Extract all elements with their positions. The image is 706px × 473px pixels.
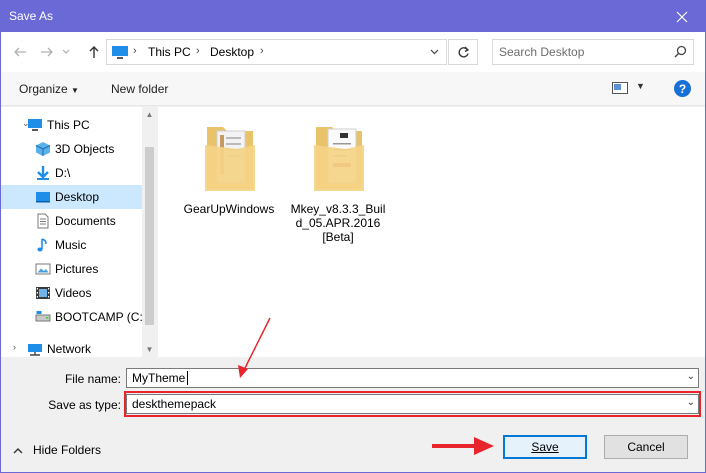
address-dropdown-button[interactable] — [422, 40, 446, 64]
forward-button[interactable] — [37, 42, 57, 62]
new-folder-button[interactable]: New folder — [111, 82, 168, 96]
recent-locations-button[interactable] — [59, 42, 73, 62]
window-title: Save As — [9, 9, 54, 23]
chevron-down-icon[interactable]: ⌄ — [687, 371, 695, 382]
pc-icon — [28, 119, 42, 131]
scroll-thumb[interactable] — [145, 147, 154, 325]
file-name-label: Mkey_v8.3.3_Build_05.APR.2016[Beta] — [290, 202, 386, 244]
hide-folders-label: Hide Folders — [33, 443, 102, 457]
sidebar-item-label: Documents — [55, 214, 116, 228]
cancel-button-label: Cancel — [627, 440, 665, 454]
sidebar-scrollbar[interactable]: ▲ ▼ — [142, 107, 157, 357]
arrow-left-icon — [14, 47, 26, 57]
up-button[interactable] — [84, 42, 104, 62]
folder-icon — [205, 127, 255, 191]
chevron-down-icon — [430, 49, 438, 55]
sidebar-item-label: D:\ — [55, 166, 71, 180]
sidebar-item-videos[interactable]: Videos — [1, 281, 142, 305]
sidebar-item-label: Network — [47, 342, 92, 356]
sidebar-item-documents[interactable]: Documents — [1, 209, 142, 233]
sidebar-item-label: Videos — [55, 286, 92, 300]
organize-label: Organize — [19, 82, 68, 96]
sidebar-item-this-pc[interactable]: ⌄ This PC — [1, 113, 142, 137]
sidebar-item-label: Pictures — [55, 262, 99, 276]
sidebar-item-bootcamp-c[interactable]: BOOTCAMP (C:) — [1, 305, 147, 329]
address-bar[interactable]: › This PC › Desktop › — [106, 39, 447, 65]
desktop-icon — [36, 192, 50, 203]
caret-down-icon: ▼ — [71, 86, 79, 95]
search-input[interactable] — [499, 44, 669, 60]
save-button[interactable]: Save — [503, 435, 587, 459]
sidebar-item-pictures[interactable]: Pictures — [1, 257, 142, 281]
search-box[interactable] — [492, 39, 694, 65]
breadcrumb-desktop[interactable]: Desktop — [210, 45, 254, 59]
file-name-field[interactable]: MyTheme ⌄ — [126, 368, 699, 388]
scroll-up-icon[interactable]: ▲ — [142, 107, 157, 122]
folder-icon — [314, 127, 364, 191]
save-as-dialog: Save As › This PC › Desktop › Search Des… — [0, 0, 706, 473]
cancel-button[interactable]: Cancel — [604, 435, 688, 459]
collapse-chevron-icon[interactable]: › — [13, 342, 16, 352]
pc-icon — [112, 46, 128, 59]
refresh-icon — [458, 46, 469, 57]
music-icon — [37, 238, 47, 252]
document-icon — [37, 213, 49, 229]
download-drive-icon — [37, 166, 49, 180]
save-as-type-label: Save as type: — [48, 398, 121, 412]
sidebar-item-label: This PC — [47, 118, 90, 132]
sidebar-item-d-drive[interactable]: D:\ — [1, 161, 142, 185]
arrow-up-icon — [89, 46, 99, 58]
folder-item[interactable]: Mkey_v8.3.3_Build_05.APR.2016[Beta] — [290, 119, 386, 244]
text-caret — [187, 371, 188, 385]
breadcrumb-separator-icon: › — [133, 45, 137, 57]
file-name-value[interactable]: MyTheme — [132, 371, 185, 385]
refresh-button[interactable] — [448, 39, 478, 65]
breadcrumb-separator-icon: › — [196, 45, 200, 57]
save-options-area: File name: MyTheme ⌄ Save as type: deskt… — [1, 357, 705, 472]
drive-icon — [35, 311, 51, 322]
cube-icon — [35, 142, 51, 156]
file-name-field-label: File name: — [64, 372, 121, 386]
breadcrumb-separator-icon: › — [260, 45, 264, 57]
view-dropdown-icon[interactable]: ▼ — [636, 81, 645, 91]
file-name-label: GearUpWindows — [183, 202, 275, 216]
navigation-pane: ⌄ This PC 3D Objects D:\ Desktop Documen… — [1, 107, 157, 357]
back-button[interactable] — [10, 42, 30, 62]
network-icon — [28, 344, 42, 356]
chevron-up-icon — [13, 448, 23, 454]
title-bar: Save As — [1, 1, 705, 32]
videos-icon — [36, 287, 50, 299]
breadcrumb-this-pc[interactable]: This PC — [148, 45, 191, 59]
annotation-highlight-box — [124, 391, 701, 417]
pictures-icon — [35, 263, 51, 275]
sidebar-item-label: Desktop — [55, 190, 100, 204]
arrow-right-icon — [41, 47, 53, 57]
sidebar-item-label: BOOTCAMP (C:) — [55, 310, 147, 324]
file-list: GearUpWindows Mkey_v8.3.3_Build_05.APR.2… — [158, 107, 705, 357]
close-button[interactable] — [659, 1, 705, 32]
navigation-bar: › This PC › Desktop › — [1, 32, 705, 72]
folder-item[interactable]: GearUpWindows — [181, 119, 277, 216]
sidebar-item-3d-objects[interactable]: 3D Objects — [1, 137, 142, 161]
close-icon — [676, 11, 688, 22]
sidebar-item-music[interactable]: Music — [1, 233, 142, 257]
search-icon — [674, 45, 687, 58]
help-icon[interactable]: ? — [674, 80, 691, 97]
organize-menu[interactable]: Organize ▼ — [19, 82, 79, 96]
scroll-down-icon[interactable]: ▼ — [142, 342, 157, 357]
command-toolbar: Organize ▼ New folder ▼ ? — [1, 72, 705, 106]
sidebar-item-label: 3D Objects — [55, 142, 115, 156]
save-button-label: Save — [531, 440, 559, 454]
sidebar-item-label: Music — [55, 238, 87, 252]
chevron-down-icon — [62, 49, 70, 54]
view-options-icon[interactable] — [612, 82, 628, 94]
sidebar-item-desktop[interactable]: Desktop — [1, 185, 142, 209]
